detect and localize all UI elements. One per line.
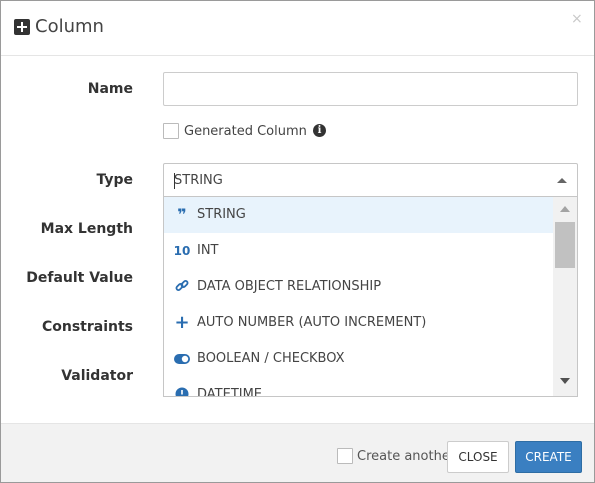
default-value-label: Default Value xyxy=(26,270,133,286)
quote-icon: ❞ xyxy=(177,205,187,224)
generated-column-label: Generated Column xyxy=(184,124,307,139)
close-icon[interactable]: × xyxy=(571,11,583,27)
create-button[interactable]: CREATE xyxy=(515,441,582,473)
option-label: AUTO NUMBER (AUTO INCREMENT) xyxy=(197,315,427,330)
option-string[interactable]: ❞ STRING xyxy=(164,197,554,233)
scroll-thumb[interactable] xyxy=(555,222,575,268)
dropdown-options: ❞ STRING 10 INT DATA OBJECT RELATIONSHIP… xyxy=(164,197,554,397)
plus-square-icon xyxy=(14,19,30,35)
option-data-object-relationship[interactable]: DATA OBJECT RELATIONSHIP xyxy=(164,269,554,305)
column-modal: Column × Name Generated Column i Type ST… xyxy=(0,0,595,483)
link-icon xyxy=(174,279,190,295)
name-label: Name xyxy=(87,81,133,97)
option-label: DATETIME xyxy=(197,387,263,397)
plus-icon: + xyxy=(174,312,190,333)
max-length-label: Max Length xyxy=(40,221,133,237)
type-dropdown-list: ❞ STRING 10 INT DATA OBJECT RELATIONSHIP… xyxy=(163,197,578,397)
option-int[interactable]: 10 INT xyxy=(164,233,554,269)
number-10-icon: 10 xyxy=(173,244,191,258)
toggle-icon xyxy=(174,351,190,367)
option-label: STRING xyxy=(197,207,246,222)
type-select[interactable]: STRING xyxy=(163,163,578,197)
type-select-value: STRING xyxy=(174,173,223,188)
generated-column-checkbox[interactable] xyxy=(163,123,179,139)
option-datetime[interactable]: DATETIME xyxy=(164,377,554,397)
option-label: INT xyxy=(197,243,219,258)
name-input[interactable] xyxy=(163,72,578,106)
option-auto-number[interactable]: + AUTO NUMBER (AUTO INCREMENT) xyxy=(164,305,554,341)
text-caret xyxy=(174,173,175,189)
info-icon[interactable]: i xyxy=(313,124,326,137)
validator-label: Validator xyxy=(61,368,133,384)
constraints-label: Constraints xyxy=(41,319,133,335)
option-boolean-checkbox[interactable]: BOOLEAN / CHECKBOX xyxy=(164,341,554,377)
modal-title: Column xyxy=(35,16,104,37)
scroll-down-arrow-icon[interactable] xyxy=(560,378,570,384)
dropdown-scrollbar[interactable] xyxy=(553,197,577,396)
chevron-up-icon[interactable] xyxy=(557,178,567,183)
option-label: DATA OBJECT RELATIONSHIP xyxy=(197,279,382,294)
clock-icon xyxy=(174,387,190,396)
scroll-up-arrow-icon[interactable] xyxy=(560,206,570,212)
type-label: Type xyxy=(96,172,133,188)
modal-footer: Create another CLOSE CREATE xyxy=(1,423,594,482)
option-label: BOOLEAN / CHECKBOX xyxy=(197,351,345,366)
close-button[interactable]: CLOSE xyxy=(447,441,509,473)
create-another-checkbox[interactable] xyxy=(337,448,353,464)
modal-header: Column × xyxy=(1,1,594,56)
create-another-label: Create another xyxy=(357,449,456,464)
